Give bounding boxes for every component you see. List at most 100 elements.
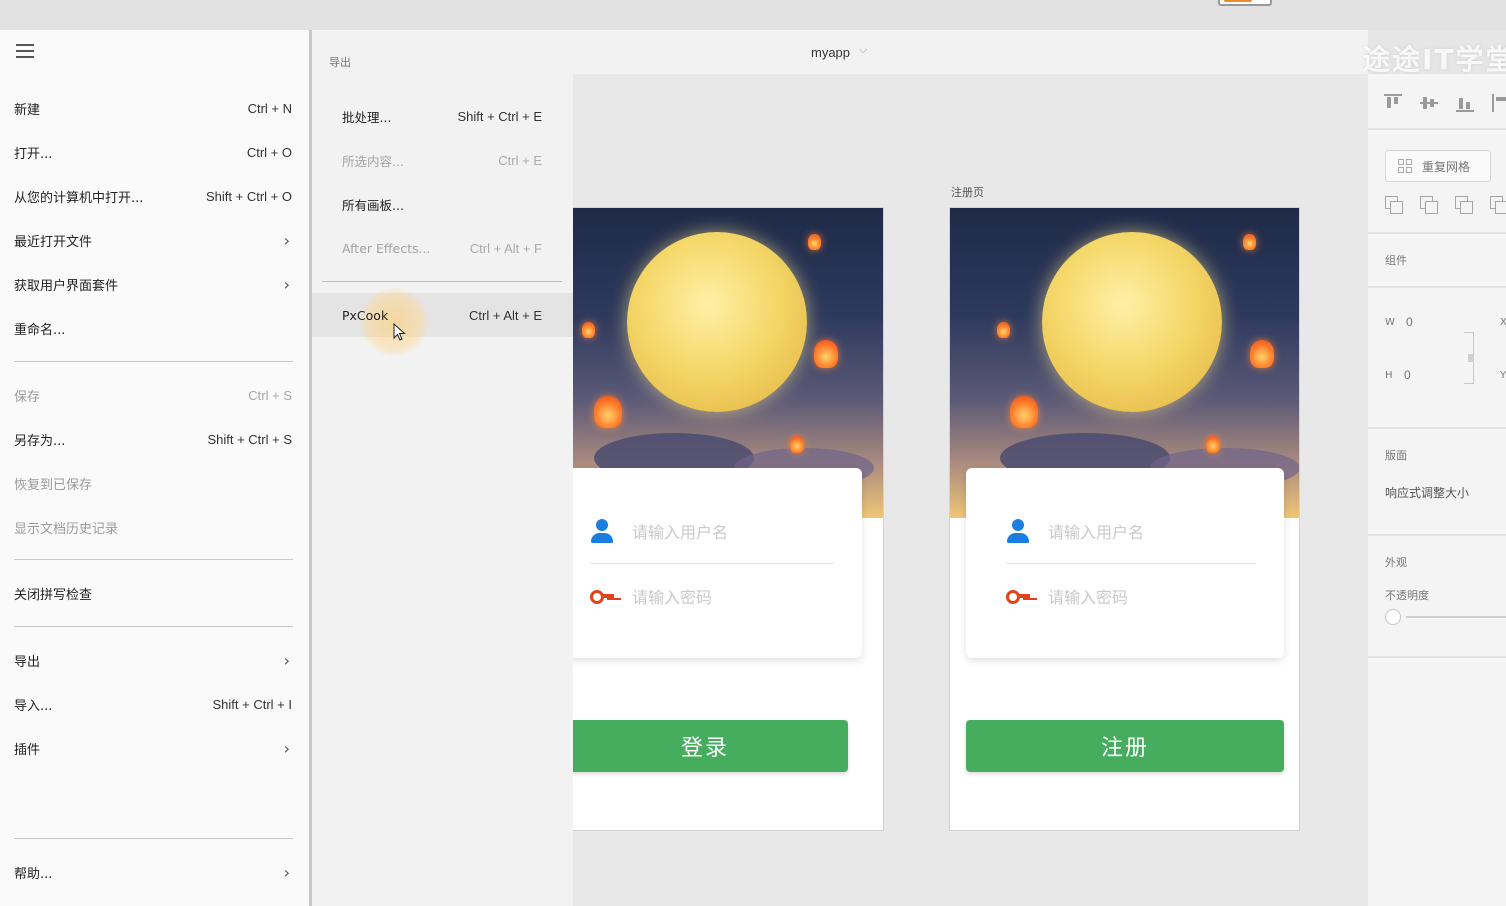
menu-item-label: 导出 (14, 654, 41, 670)
component-section-title: 组件 (1385, 254, 1407, 267)
boolean-add-icon[interactable] (1385, 196, 1403, 214)
width-input[interactable]: 0 (1406, 315, 1413, 329)
chevron-right-icon: › (283, 862, 290, 882)
chevron-right-icon: › (283, 230, 290, 250)
boolean-exclude-icon[interactable] (1490, 196, 1506, 214)
register-form-card: 请输入用户名 请输入密码 (966, 468, 1284, 658)
user-icon (1006, 519, 1030, 543)
height-input[interactable]: 0 (1404, 368, 1411, 382)
document-title[interactable]: myapp (811, 45, 850, 60)
repeat-grid-button[interactable]: 重复网格 (1385, 150, 1491, 182)
field-divider (590, 563, 834, 564)
username-placeholder: 请输入用户名 (1048, 523, 1145, 542)
submenu-item-shortcut: Ctrl + E (498, 152, 542, 168)
menu-item-label: 显示文档历史记录 (14, 521, 119, 537)
opacity-slider-track[interactable] (1406, 616, 1506, 618)
export-item-pxcook[interactable]: PxCook Ctrl + Alt + E (342, 305, 542, 325)
lantern-image (997, 322, 1010, 338)
export-item-batch[interactable]: 批处理... Shift + Ctrl + E (342, 106, 542, 126)
username-field[interactable]: 请输入用户名 (1006, 516, 1144, 546)
submenu-item-label: After Effects... (342, 240, 431, 256)
submenu-item-label: 批处理... (342, 109, 392, 125)
hamburger-menu-icon[interactable] (16, 44, 34, 58)
login-button[interactable]: 登录 (573, 720, 848, 772)
artboard-login[interactable]: 请输入用户名 请输入密码 登录 (573, 207, 884, 831)
key-icon (590, 589, 614, 604)
menu-item-save[interactable]: 保存 Ctrl + S (14, 385, 292, 405)
menu-item-help[interactable]: 帮助... › (14, 862, 292, 882)
menu-item-import[interactable]: 导入... Shift + Ctrl + I (14, 694, 292, 714)
chevron-right-icon: › (283, 738, 290, 758)
user-icon (590, 519, 614, 543)
window-top-strip (0, 0, 1506, 30)
align-bottom-icon[interactable] (1456, 94, 1474, 112)
menu-item-label: 最近打开文件 (14, 234, 93, 250)
password-field[interactable]: 请输入密码 (1006, 581, 1128, 611)
username-placeholder: 请输入用户名 (632, 523, 729, 542)
panel-divider (1368, 232, 1506, 234)
password-field[interactable]: 请输入密码 (590, 581, 712, 611)
menu-item-disable-spellcheck[interactable]: 关闭拼写检查 (14, 583, 292, 603)
menu-item-label: 新建 (14, 102, 41, 118)
boolean-subtract-icon[interactable] (1420, 196, 1438, 214)
menu-item-plugins[interactable]: 插件 › (14, 738, 292, 758)
chevron-right-icon: › (283, 274, 290, 294)
opacity-slider-handle[interactable] (1385, 609, 1401, 625)
export-item-all-artboards[interactable]: 所有画板... (342, 194, 542, 214)
artboard-label[interactable]: 注册页 (951, 184, 984, 200)
menu-divider (14, 838, 293, 839)
moon-image (1042, 232, 1222, 412)
menu-item-shortcut: Shift + Ctrl + S (207, 431, 292, 447)
repeat-grid-label: 重复网格 (1422, 159, 1471, 174)
panel-divider (1368, 286, 1506, 288)
submenu-item-label: 所选内容... (342, 153, 404, 169)
export-item-after-effects[interactable]: After Effects... Ctrl + Alt + F (342, 238, 542, 258)
password-placeholder: 请输入密码 (1048, 588, 1129, 607)
menu-item-label: 保存 (14, 389, 41, 405)
height-label: H (1385, 370, 1393, 381)
mouse-pointer-icon (393, 323, 406, 341)
panel-divider (1368, 427, 1506, 429)
menu-item-shortcut: Shift + Ctrl + O (206, 188, 292, 204)
responsive-resize-label[interactable]: 响应式调整大小 (1385, 484, 1469, 501)
menu-item-open-from-computer[interactable]: 从您的计算机中打开... Shift + Ctrl + O (14, 186, 292, 206)
field-divider (1006, 563, 1256, 564)
submenu-item-label: 所有画板... (342, 197, 404, 213)
submenu-item-shortcut: Shift + Ctrl + E (457, 108, 542, 124)
menu-item-get-ui-kits[interactable]: 获取用户界面套件 › (14, 274, 292, 294)
menu-item-save-as[interactable]: 另存为... Shift + Ctrl + S (14, 429, 292, 449)
submenu-divider (322, 281, 562, 282)
menu-item-shortcut: Ctrl + O (246, 144, 292, 160)
menu-item-shortcut: Ctrl + N (247, 100, 292, 116)
battery-icon (1218, 0, 1272, 6)
menu-item-label: 帮助... (14, 866, 53, 882)
submenu-item-shortcut: Ctrl + Alt + E (469, 307, 542, 323)
chevron-down-icon[interactable]: ⌵ (859, 43, 867, 57)
artboard-register[interactable]: 请输入用户名 请输入密码 注册 (949, 207, 1300, 831)
register-button[interactable]: 注册 (966, 720, 1284, 772)
menu-item-rename[interactable]: 重命名... (14, 318, 292, 338)
design-canvas[interactable]: 请输入用户名 请输入密码 登录 注册页 请输入用户名 请输入密码 注册 (573, 74, 1368, 906)
lantern-image (814, 340, 838, 368)
boolean-intersect-icon[interactable] (1455, 196, 1473, 214)
align-top-icon[interactable] (1384, 94, 1402, 112)
password-placeholder: 请输入密码 (632, 588, 713, 607)
chevron-right-icon: › (283, 650, 290, 670)
menu-item-recent-files[interactable]: 最近打开文件 › (14, 230, 292, 250)
export-item-selected[interactable]: 所选内容... Ctrl + E (342, 150, 542, 170)
lantern-image (790, 436, 804, 453)
menu-item-export[interactable]: 导出 › (14, 650, 292, 670)
menu-item-label: 从您的计算机中打开... (14, 190, 144, 206)
lantern-image (1010, 396, 1038, 428)
menu-item-new[interactable]: 新建 Ctrl + N (14, 98, 292, 118)
panel-divider (1368, 128, 1506, 130)
align-middle-icon[interactable] (1420, 94, 1438, 112)
menu-divider (14, 559, 293, 560)
menu-divider (14, 361, 293, 362)
menu-item-version-history[interactable]: 显示文档历史记录 (14, 517, 292, 537)
username-field[interactable]: 请输入用户名 (590, 516, 728, 546)
lock-aspect-icon[interactable] (1468, 354, 1474, 362)
menu-item-revert-to-saved[interactable]: 恢复到已保存 (14, 473, 292, 493)
menu-item-open[interactable]: 打开... Ctrl + O (14, 142, 292, 162)
align-left-icon[interactable] (1492, 94, 1506, 112)
